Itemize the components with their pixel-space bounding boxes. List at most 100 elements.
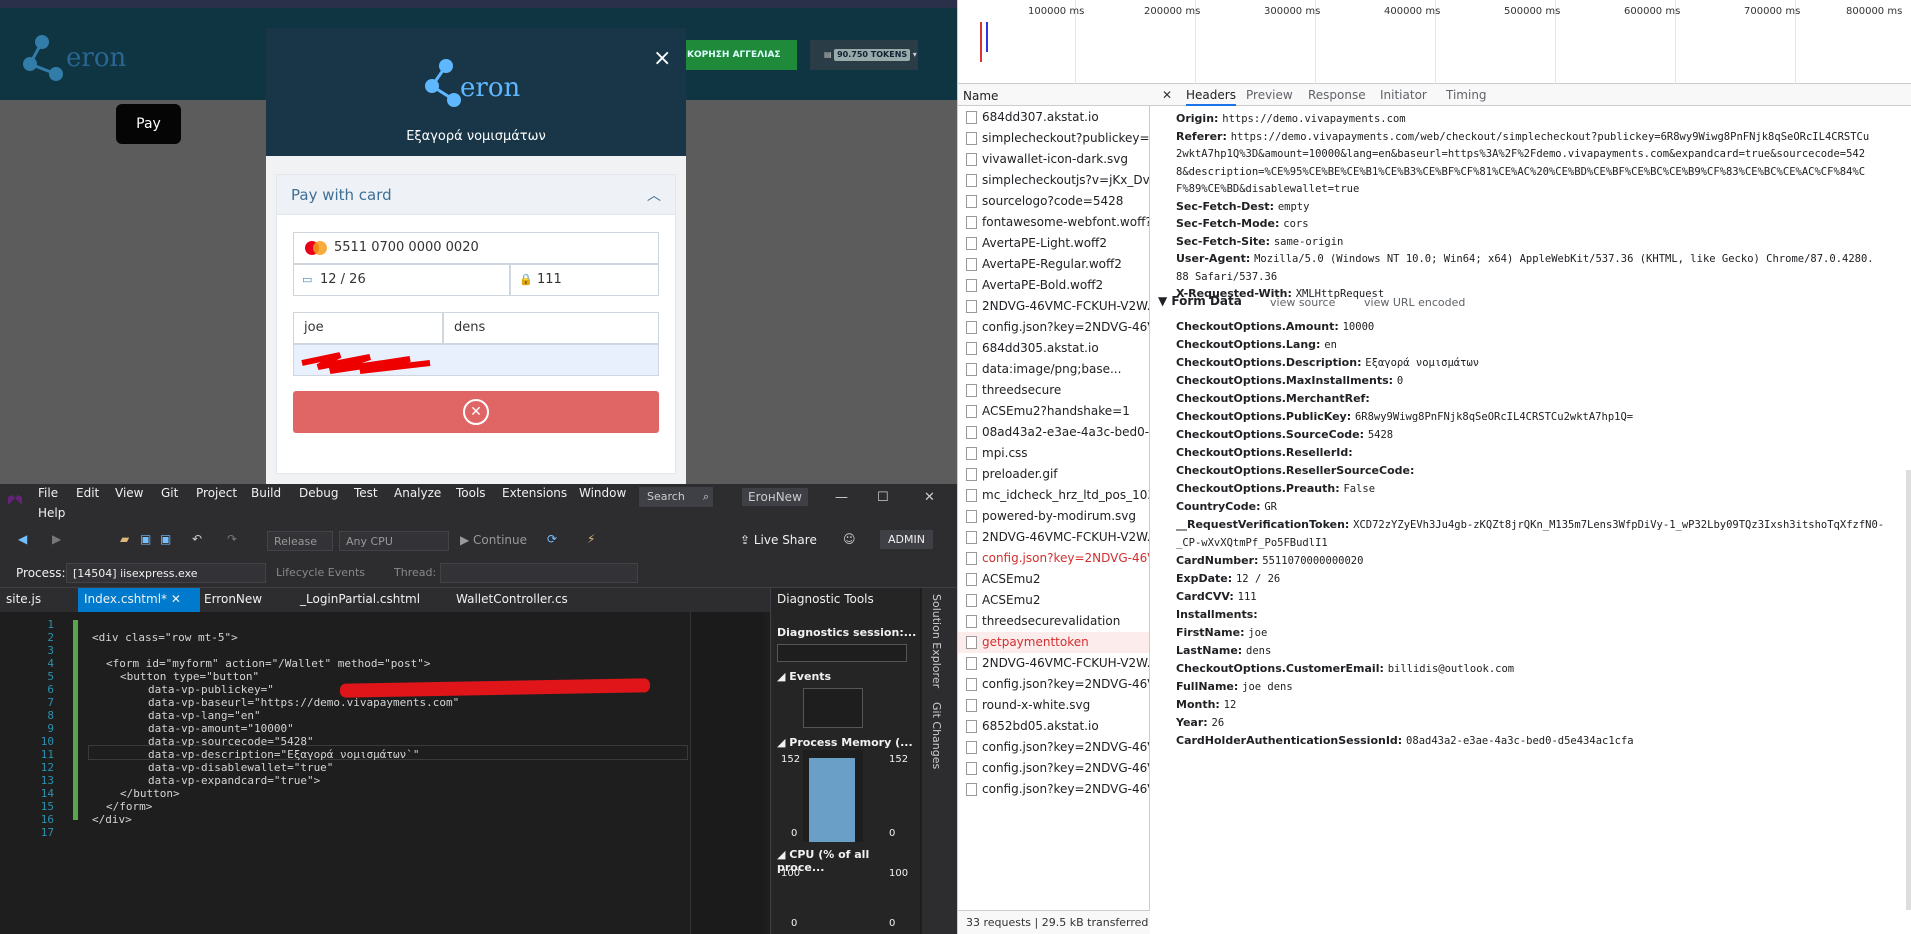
live-share-button[interactable]: ⇪ Live Share [740, 533, 817, 547]
request-row[interactable]: 2NDVG-46VMC-FCKUH-V2W... [958, 296, 1149, 317]
feedback-icon[interactable]: ☺ [843, 532, 856, 546]
email-input[interactable] [293, 344, 659, 376]
first-name-input[interactable]: joe [293, 312, 443, 344]
request-row[interactable]: 6852bd05.akstat.io [958, 716, 1149, 737]
restart-icon[interactable]: ⟳ [547, 532, 557, 546]
tab-index-cshtml[interactable]: Index.cshtml* ✕ [78, 588, 200, 612]
tab-preview[interactable]: Preview [1246, 88, 1293, 102]
menu-analyze[interactable]: Analyze [394, 486, 441, 500]
forward-icon[interactable]: ▶ [52, 532, 61, 546]
request-row[interactable]: powered-by-modirum.svg [958, 506, 1149, 527]
chevron-up-icon[interactable]: ︿ [647, 185, 661, 205]
form-data-toggle[interactable]: ▼ Form Data [1158, 294, 1242, 308]
menu-extensions[interactable]: Extensions [502, 486, 567, 500]
tab-walletcontroller[interactable]: WalletController.cs [456, 592, 568, 606]
close-icon[interactable]: × [653, 46, 671, 71]
card-number-input[interactable]: 5511 0700 0000 0020 [293, 232, 659, 264]
tab-initiator[interactable]: Initiator [1380, 88, 1427, 102]
network-timeline[interactable]: 100000 ms 200000 ms 300000 ms 400000 ms … [958, 0, 1911, 84]
menu-build[interactable]: Build [251, 486, 281, 500]
solution-explorer-tab[interactable]: Solution Explorer [930, 594, 943, 688]
redo-icon[interactable]: ↷ [227, 532, 237, 546]
lifecycle-events[interactable]: Lifecycle Events [276, 566, 365, 579]
code-editor[interactable]: 1 2 <div class="row mt-5"> 3 4 <form id="myfo… [0, 612, 690, 934]
details-scrollbar[interactable] [1906, 470, 1911, 910]
request-row[interactable]: preloader.gif [958, 464, 1149, 485]
save-icon[interactable]: ▣ [140, 532, 151, 546]
request-row[interactable]: AvertaPE-Regular.woff2 [958, 254, 1149, 275]
request-row[interactable]: simplecheckout?publickey=6... [958, 128, 1149, 149]
request-row[interactable]: 08ad43a2-e3ae-4a3c-bed0-d... [958, 422, 1149, 443]
expiry-input[interactable]: ▭ 12 / 26 [293, 264, 510, 296]
platform-dropdown[interactable]: Any CPU [339, 531, 449, 551]
tab-response[interactable]: Response [1308, 88, 1366, 102]
request-row[interactable]: mpi.css [958, 443, 1149, 464]
menu-git[interactable]: Git [161, 486, 178, 500]
pay-button[interactable]: Pay [116, 104, 181, 144]
request-row[interactable]: ACSEmu2 [958, 590, 1149, 611]
menu-test[interactable]: Test [354, 486, 378, 500]
menu-window[interactable]: Window [579, 486, 626, 500]
request-row[interactable]: config.json?key=2NDVG-46V... [958, 674, 1149, 695]
request-row[interactable]: AvertaPE-Light.woff2 [958, 233, 1149, 254]
git-changes-tab[interactable]: Git Changes [930, 702, 943, 769]
request-row[interactable]: config.json?key=2NDVG-46V... [958, 737, 1149, 758]
config-dropdown[interactable]: Release [267, 531, 333, 551]
tab-timing[interactable]: Timing [1446, 88, 1487, 102]
session-timeline[interactable] [777, 644, 907, 662]
request-row[interactable]: config.json?key=2NDVG-46V... [958, 779, 1149, 800]
vs-logo-icon[interactable] [6, 492, 24, 510]
request-row[interactable]: sourcelogo?code=5428 [958, 191, 1149, 212]
open-folder-icon[interactable]: ▰ [120, 532, 129, 546]
request-row[interactable]: 684dd307.akstat.io [958, 107, 1149, 128]
request-row[interactable]: threedsecurevalidation [958, 611, 1149, 632]
close-tab-icon[interactable]: ✕ [171, 592, 181, 606]
request-row[interactable]: simplecheckoutjs?v=jKx_DvU... [958, 170, 1149, 191]
tab-site-js[interactable]: site.js [6, 592, 41, 606]
menu-view[interactable]: View [115, 486, 143, 500]
close-details-icon[interactable]: ✕ [1162, 88, 1172, 102]
maximize-icon[interactable]: ☐ [877, 490, 889, 505]
continue-button[interactable]: ▶ Continue [460, 533, 527, 547]
last-name-input[interactable]: dens [443, 312, 659, 344]
back-icon[interactable]: ◀ [18, 532, 27, 546]
editor-minimap[interactable] [690, 612, 764, 934]
site-logo[interactable]: eron [20, 24, 150, 86]
tokens-button[interactable]: ▤ 90.750 TOKENS ▾ [810, 40, 918, 70]
minimize-icon[interactable]: — [835, 490, 848, 505]
menu-file[interactable]: File [38, 486, 58, 500]
panel-header[interactable]: Pay with card ︿ [277, 175, 675, 215]
request-row[interactable]: 684dd305.akstat.io [958, 338, 1149, 359]
request-row[interactable]: config.json?key=2NDVG-46V... [958, 548, 1149, 569]
request-row[interactable]: mc_idcheck_hrz_ltd_pos_103... [958, 485, 1149, 506]
request-row[interactable]: config.json?key=2NDVG-46V... [958, 758, 1149, 779]
request-row[interactable]: data:image/png;base... [958, 359, 1149, 380]
cvv-input[interactable]: 🔒 111 [510, 264, 659, 296]
hot-reload-icon[interactable]: ⚡ [587, 532, 595, 546]
request-row[interactable]: getpaymenttoken [958, 632, 1149, 653]
tab-headers[interactable]: Headers [1186, 88, 1236, 106]
cta-button[interactable]: ΚΟΡΗΣΗ ΑΓΓΕΛΙΑΣ [675, 40, 797, 70]
request-row[interactable]: round-x-white.svg [958, 695, 1149, 716]
request-row[interactable]: config.json?key=2NDVG-46V... [958, 317, 1149, 338]
request-row[interactable]: 2NDVG-46VMC-FCKUH-V2W... [958, 653, 1149, 674]
thread-dropdown[interactable] [440, 563, 638, 583]
request-row[interactable]: AvertaPE-Bold.woff2 [958, 275, 1149, 296]
close-window-icon[interactable]: ✕ [924, 490, 935, 505]
tab-eronnew[interactable]: ErronNew [204, 592, 262, 606]
vs-search-input[interactable]: Search ⌕ [639, 487, 713, 507]
menu-debug[interactable]: Debug [299, 486, 338, 500]
menu-edit[interactable]: Edit [76, 486, 99, 500]
undo-icon[interactable]: ↶ [192, 532, 202, 546]
request-row[interactable]: threedsecure [958, 380, 1149, 401]
tab-loginpartial[interactable]: _LoginPartial.cshtml [300, 592, 420, 606]
process-dropdown[interactable]: [14504] iisexpress.exe [66, 563, 266, 583]
request-row[interactable]: ACSEmu2?handshake=1 [958, 401, 1149, 422]
menu-project[interactable]: Project [196, 486, 237, 500]
request-row[interactable]: ACSEmu2 [958, 569, 1149, 590]
menu-help[interactable]: Help [38, 506, 65, 520]
submit-payment-button[interactable]: ✕ [293, 391, 659, 433]
request-row[interactable]: 2NDVG-46VMC-FCKUH-V2W... [958, 527, 1149, 548]
save-all-icon[interactable]: ▣ [160, 532, 171, 546]
view-source-link[interactable]: view source [1270, 296, 1335, 309]
